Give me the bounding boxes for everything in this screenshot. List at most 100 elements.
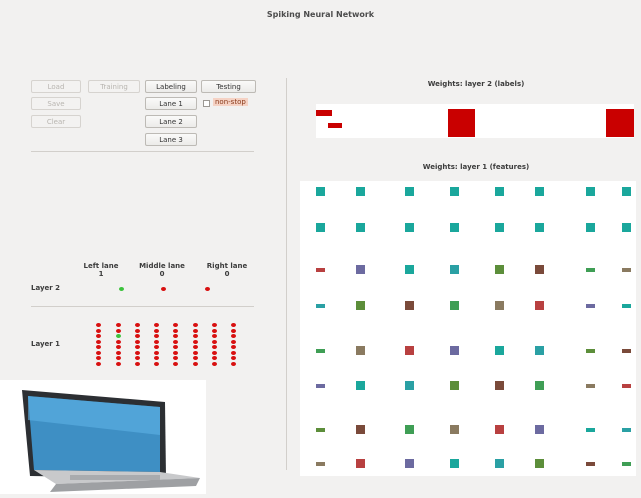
- weight-feature-thumbnail: [495, 425, 504, 434]
- lane3-button[interactable]: Lane 3: [145, 133, 197, 146]
- lane2-button[interactable]: Lane 2: [145, 115, 197, 128]
- weight-feature-thumbnail: [535, 425, 544, 434]
- weight-feature-thumbnail: [622, 462, 631, 466]
- layer1-neuron: [135, 345, 140, 349]
- weight-feature-thumbnail: [405, 265, 414, 274]
- weight-feature-thumbnail: [622, 268, 631, 272]
- layer1-neuron: [96, 361, 101, 366]
- weights-layer1-title: Weights: layer 1 (features): [422, 163, 530, 171]
- layer1-label: Layer 1: [31, 340, 61, 348]
- weight-feature-thumbnail: [495, 265, 504, 274]
- layer1-neuron: [116, 328, 121, 333]
- weight-feature-thumbnail: [535, 459, 544, 468]
- layer1-neuron: [96, 334, 101, 338]
- weight-feature-thumbnail: [356, 301, 365, 310]
- layer1-neuron: [135, 350, 140, 355]
- layer1-neuron: [173, 345, 178, 349]
- weight-feature-thumbnail: [316, 349, 325, 353]
- weight-feature-thumbnail: [450, 425, 459, 434]
- labeling-button[interactable]: Labeling: [145, 80, 197, 93]
- weight-feature-thumbnail: [356, 381, 365, 390]
- weight-feature-thumbnail: [586, 384, 595, 388]
- lane-middle-name: Middle lane: [139, 262, 185, 270]
- weight-feature-thumbnail: [356, 223, 365, 232]
- weight-feature-thumbnail: [586, 223, 595, 232]
- weight-feature-thumbnail: [586, 268, 595, 272]
- layer2-neuron-right: [205, 287, 210, 291]
- layer1-neuron: [193, 323, 198, 327]
- weight-label-right: [606, 109, 634, 137]
- weight-feature-thumbnail: [316, 268, 325, 272]
- weight-feature-thumbnail: [405, 223, 414, 232]
- layer1-neuron: [154, 350, 159, 355]
- weights-layer2-title: Weights: layer 2 (labels): [427, 80, 525, 88]
- save-button[interactable]: Save: [31, 97, 81, 110]
- weight-feature-thumbnail: [495, 301, 504, 310]
- load-button[interactable]: Load: [31, 80, 81, 93]
- layer1-neuron: [173, 361, 178, 366]
- layer1-neuron: [96, 328, 101, 333]
- weight-feature-thumbnail: [586, 187, 595, 196]
- weight-feature-thumbnail: [450, 346, 459, 355]
- layer1-neuron: [212, 323, 217, 327]
- weight-feature-thumbnail: [450, 459, 459, 468]
- testing-button[interactable]: Testing: [201, 80, 256, 93]
- weight-feature-thumbnail: [535, 187, 544, 196]
- layer2-neuron-middle: [161, 287, 166, 291]
- layer2-neuron-left: [119, 287, 124, 291]
- layer1-neuron: [154, 356, 159, 360]
- window-titlebar: Spiking Neural Network: [0, 0, 641, 30]
- weight-feature-thumbnail: [495, 459, 504, 468]
- weight-feature-thumbnail: [586, 349, 595, 353]
- lane1-button[interactable]: Lane 1: [145, 97, 197, 110]
- weight-feature-thumbnail: [450, 265, 459, 274]
- nonstop-label[interactable]: non-stop: [213, 98, 248, 106]
- layer1-neuron: [116, 323, 121, 327]
- weight-feature-thumbnail: [495, 346, 504, 355]
- weight-label-middle: [448, 109, 475, 137]
- weight-feature-thumbnail: [535, 265, 544, 274]
- weight-feature-thumbnail: [356, 459, 365, 468]
- weight-feature-thumbnail: [586, 304, 595, 308]
- layer1-neuron: [135, 334, 140, 338]
- weight-feature-thumbnail: [450, 301, 459, 310]
- weight-feature-thumbnail: [356, 346, 365, 355]
- weight-feature-thumbnail: [316, 462, 325, 466]
- nonstop-checkbox[interactable]: [203, 100, 210, 107]
- weight-feature-thumbnail: [356, 187, 365, 196]
- layer1-neuron: [135, 328, 140, 333]
- layer1-neuron: [231, 339, 236, 344]
- lane-middle-value: 0: [159, 270, 165, 278]
- layer2-label: Layer 2: [31, 284, 61, 292]
- weight-feature-thumbnail: [622, 187, 631, 196]
- weight-feature-thumbnail: [586, 428, 595, 432]
- weight-feature-thumbnail: [316, 187, 325, 196]
- layer1-neuron: [212, 339, 217, 344]
- lane-left-value: 1: [98, 270, 104, 278]
- weight-feature-thumbnail: [405, 381, 414, 390]
- weight-feature-thumbnail: [405, 459, 414, 468]
- lane-right-value: 0: [224, 270, 230, 278]
- layer1-neuron: [116, 334, 121, 338]
- layer1-neuron: [231, 323, 236, 327]
- layer1-neuron: [96, 323, 101, 327]
- weight-feature-thumbnail: [495, 381, 504, 390]
- layer1-neuron: [193, 328, 198, 333]
- layer1-neuron: [135, 339, 140, 344]
- weight-feature-thumbnail: [586, 462, 595, 466]
- window-title: Spiking Neural Network: [266, 10, 375, 19]
- layer1-neuron: [231, 356, 236, 360]
- layer1-neuron: [173, 334, 178, 338]
- panel-divider: [286, 78, 287, 470]
- weight-label-left-a: [316, 110, 332, 116]
- weight-feature-thumbnail: [405, 425, 414, 434]
- layer1-neuron: [96, 350, 101, 355]
- layer1-neuron: [212, 345, 217, 349]
- layer1-neuron: [173, 323, 178, 327]
- layer1-neuron: [154, 345, 159, 349]
- training-button[interactable]: Training: [88, 80, 140, 93]
- lane-right-name: Right lane: [206, 262, 248, 270]
- lane-left-name: Left lane: [83, 262, 119, 270]
- clear-button[interactable]: Clear: [31, 115, 81, 128]
- layer1-neuron: [193, 334, 198, 338]
